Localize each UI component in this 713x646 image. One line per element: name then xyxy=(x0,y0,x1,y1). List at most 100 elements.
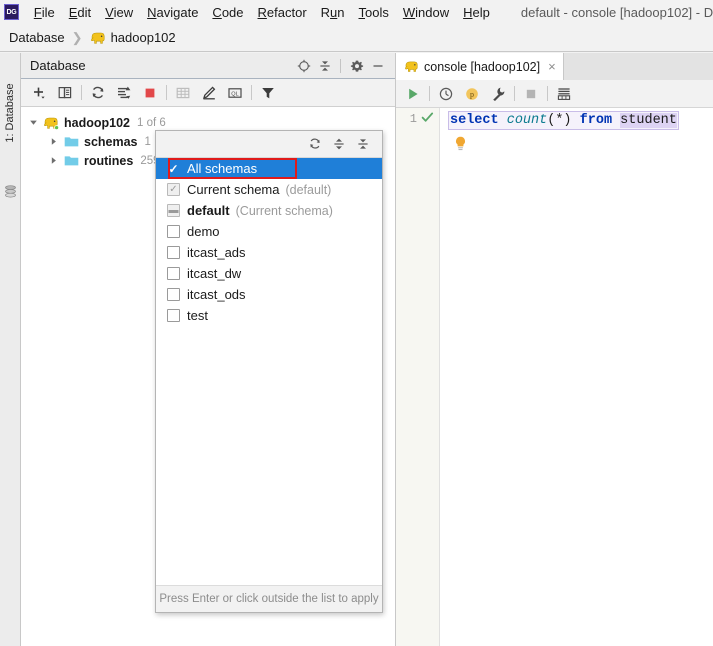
schema-popup-toolbar xyxy=(156,131,382,158)
schema-item-test[interactable]: test xyxy=(156,305,382,326)
schema-item-itcast-ods[interactable]: itcast_ods xyxy=(156,284,382,305)
checkbox-unchecked-icon[interactable] xyxy=(167,288,180,301)
edit-pencil-icon[interactable] xyxy=(196,81,222,105)
schema-item-all-schemas[interactable]: ✓ All schemas xyxy=(156,158,382,179)
run-play-icon[interactable] xyxy=(400,82,426,106)
sql-token-keyword-from: from xyxy=(579,113,613,128)
tree-node-count: 1 xyxy=(144,135,151,148)
schema-item-note: (default) xyxy=(285,182,332,197)
inspection-ok-check-icon[interactable] xyxy=(421,111,434,127)
wrench-icon[interactable] xyxy=(485,82,511,106)
schema-item-label: itcast_ads xyxy=(187,245,246,260)
refresh-icon[interactable] xyxy=(303,133,327,155)
menu-item-tools[interactable]: Tools xyxy=(352,3,396,22)
breadcrumb-root[interactable]: Database xyxy=(9,30,65,45)
ql-console-icon[interactable]: QL xyxy=(222,81,248,105)
menu-bar: DG File Edit View Navigate Code Refactor… xyxy=(0,0,713,24)
sql-token-function: count xyxy=(506,113,548,128)
line-number: 1 xyxy=(409,112,417,126)
history-clock-icon[interactable] xyxy=(433,82,459,106)
tree-node-count: 1 of 6 xyxy=(137,116,166,129)
menu-item-run[interactable]: Run xyxy=(314,3,352,22)
schema-item-label: itcast_dw xyxy=(187,266,242,281)
parameters-p-icon[interactable]: p xyxy=(459,82,485,106)
hadoop-elephant-icon xyxy=(90,32,105,44)
sidebar-tab-database[interactable]: 1: Database xyxy=(0,57,21,177)
database-panel-toolbar: QL xyxy=(21,79,396,107)
sql-token-table-identifier: student xyxy=(620,113,677,128)
sql-token-keyword: select xyxy=(450,113,499,128)
left-tool-strip: 1: Database xyxy=(0,53,21,646)
menu-item-edit[interactable]: Edit xyxy=(62,3,98,22)
header-divider xyxy=(340,58,341,73)
database-tool-window: Database QL hadoop102 1 of 6 schemas 1 r… xyxy=(21,53,396,646)
menu-item-window[interactable]: Window xyxy=(396,3,456,22)
refresh-icon[interactable] xyxy=(85,81,111,105)
editor-tab-label: console [hadoop102] xyxy=(424,59,541,74)
collapse-all-icon[interactable] xyxy=(351,133,375,155)
duplicate-icon[interactable] xyxy=(52,81,78,105)
add-plus-icon[interactable] xyxy=(26,81,52,105)
window-title: default - console [hadoop102] - Data xyxy=(520,4,713,20)
stop-square-icon xyxy=(518,82,544,106)
schema-item-current-schema[interactable]: ✓ Current schema (default) xyxy=(156,179,382,200)
tree-node-label: hadoop102 xyxy=(64,115,130,130)
filter-funnel-icon[interactable] xyxy=(255,81,281,105)
schema-item-itcast-dw[interactable]: itcast_dw xyxy=(156,263,382,284)
schema-item-note: (Current schema) xyxy=(235,203,333,218)
gear-icon[interactable] xyxy=(346,56,367,76)
minimize-icon[interactable] xyxy=(367,56,388,76)
database-panel-title: Database xyxy=(30,58,86,73)
schema-item-demo[interactable]: demo xyxy=(156,221,382,242)
chevron-right-icon[interactable] xyxy=(47,135,60,148)
schema-item-itcast-ads[interactable]: itcast_ads xyxy=(156,242,382,263)
stop-red-square-icon[interactable] xyxy=(137,81,163,105)
hadoop-elephant-icon xyxy=(405,61,418,72)
schema-item-label: demo xyxy=(187,224,220,239)
datagrip-window: DG File Edit View Navigate Code Refactor… xyxy=(0,0,713,646)
output-table-icon[interactable] xyxy=(551,82,577,106)
checkbox-checked-disabled-icon: ✓ xyxy=(167,183,180,196)
editor-toolbar-divider-3 xyxy=(547,86,548,101)
checkbox-unchecked-icon[interactable] xyxy=(167,225,180,238)
breadcrumb-current[interactable]: hadoop102 xyxy=(111,30,176,45)
menu-item-file[interactable]: File xyxy=(27,3,62,22)
editor-tab-console-hadoop102[interactable]: console [hadoop102] × xyxy=(396,53,564,80)
sync-with-editor-icon[interactable] xyxy=(111,81,137,105)
close-icon[interactable]: × xyxy=(548,59,556,74)
schema-list[interactable]: ✓ All schemas ✓ Current schema (default)… xyxy=(156,158,382,326)
sql-token-parens: (*) xyxy=(547,113,572,128)
lightbulb-icon[interactable] xyxy=(454,136,467,154)
expand-all-icon[interactable] xyxy=(327,133,351,155)
tree-node-label: schemas xyxy=(84,134,138,149)
menu-item-help[interactable]: Help xyxy=(456,3,497,22)
checkbox-unchecked-icon[interactable] xyxy=(167,267,180,280)
locate-crosshair-icon[interactable] xyxy=(293,56,314,76)
svg-text:p: p xyxy=(470,90,474,99)
checkbox-checked-icon[interactable]: ✓ xyxy=(167,162,180,176)
schema-item-label: itcast_ods xyxy=(187,287,246,302)
checkbox-unchecked-icon[interactable] xyxy=(167,309,180,322)
menu-item-refactor[interactable]: Refactor xyxy=(251,3,314,22)
editor-gutter[interactable]: 1 xyxy=(396,108,440,646)
schema-chooser-popup[interactable]: ✓ All schemas ✓ Current schema (default)… xyxy=(155,130,383,613)
data-grid-icon xyxy=(170,81,196,105)
toolbar-divider-3 xyxy=(251,85,252,100)
folder-icon xyxy=(64,137,79,147)
collapse-all-icon[interactable] xyxy=(314,56,335,76)
editor-toolbar-divider-2 xyxy=(514,86,515,101)
menu-item-view[interactable]: View xyxy=(98,3,140,22)
menu-item-navigate[interactable]: Navigate xyxy=(140,3,205,22)
tree-node-label: routines xyxy=(84,153,134,168)
sql-statement-line[interactable]: select count(*) from student xyxy=(448,111,679,130)
sql-editor[interactable]: 1 select count(*) from student xyxy=(396,108,713,646)
schema-item-default[interactable]: ▬ default (Current schema) xyxy=(156,200,382,221)
editor-tab-bar: console [hadoop102] × xyxy=(396,53,713,80)
schema-item-label: test xyxy=(187,308,208,323)
database-stack-icon xyxy=(5,185,16,198)
hadoop-elephant-icon xyxy=(44,117,59,130)
checkbox-unchecked-icon[interactable] xyxy=(167,246,180,259)
chevron-right-icon[interactable] xyxy=(47,154,60,167)
chevron-down-icon[interactable] xyxy=(27,116,40,129)
menu-item-code[interactable]: Code xyxy=(205,3,250,22)
